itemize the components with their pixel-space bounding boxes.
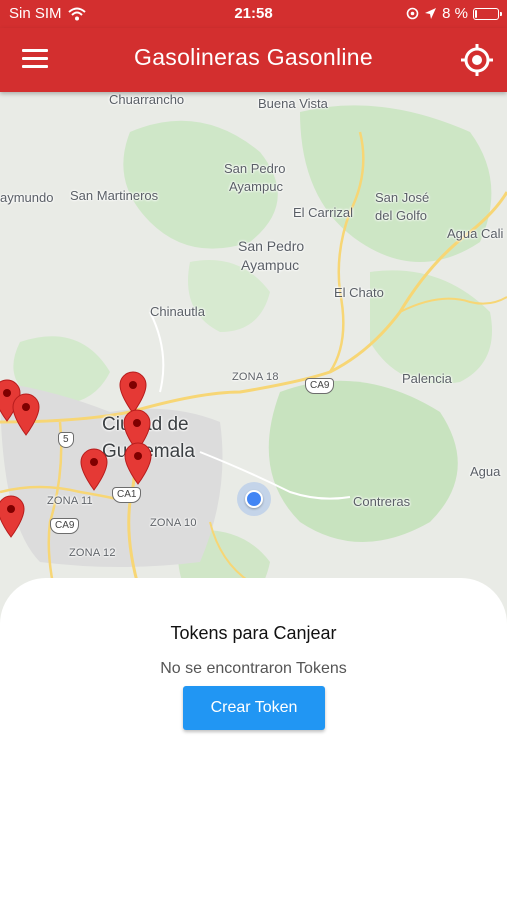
map-label-buena-vista: Buena Vista: [258, 96, 328, 111]
gas-station-pin-icon[interactable]: [79, 447, 109, 491]
gas-station-pin-icon[interactable]: [11, 392, 41, 436]
tokens-sheet: Tokens para Canjear No se encontraron To…: [0, 578, 507, 900]
my-location-dot: [245, 490, 263, 508]
road-shield-ca1: CA1: [112, 487, 142, 503]
map-label-zona-10: ZONA 10: [150, 517, 197, 529]
app-title: Gasolineras Gasonline: [134, 44, 373, 70]
road-shield-ca9: CA9: [305, 378, 335, 394]
map-label-agua: Agua: [470, 464, 501, 479]
create-token-button[interactable]: Crear Token: [183, 686, 325, 730]
map-label-san-pedro-2: San Pedro: [238, 238, 305, 254]
map-label-agua-cali: Agua Cali: [447, 226, 504, 241]
map-label-el-chato: El Chato: [334, 285, 384, 300]
status-right: 8 %: [406, 5, 502, 22]
no-tokens-message: No se encontraron Tokens: [160, 660, 347, 677]
battery-icon: [473, 7, 502, 20]
map-label-san-jose: San José: [375, 190, 430, 205]
map-label-chuarrancho: Chuarrancho: [109, 92, 185, 107]
status-bar: Sin SIM 21:58 8 %: [0, 0, 507, 28]
map-label-ayampuc-1: Ayampuc: [229, 179, 283, 194]
tokens-heading: Tokens para Canjear: [170, 623, 337, 643]
battery-fill: [475, 9, 477, 18]
road-shield-ca9-west: CA9: [50, 518, 80, 534]
app-bar: Gasolineras Gasonline: [0, 28, 507, 92]
map-label-ayampuc-2: Ayampuc: [241, 257, 300, 273]
map-label-san-pedro-1: San Pedro: [224, 161, 286, 176]
battery-percent: 8 %: [442, 5, 468, 22]
map-label-raymundo: aymundo: [0, 190, 54, 205]
map-label-del-golfo: del Golfo: [375, 208, 428, 223]
map-label-chinautla: Chinautla: [150, 304, 205, 319]
map-view[interactable]: Chuarrancho Buena Vista San Pedro Ayampu…: [0, 92, 507, 632]
road-shield-5: 5: [58, 432, 74, 448]
gas-station-pin-icon[interactable]: [0, 494, 26, 538]
map-label-contreras: Contreras: [353, 494, 411, 509]
map-label-palencia: Palencia: [402, 371, 452, 386]
map-label-el-carrizal: El Carrizal: [293, 205, 353, 220]
gps-locate-icon[interactable]: [459, 42, 495, 78]
gas-station-pin-icon[interactable]: [123, 441, 153, 485]
my-location-icon: [237, 482, 271, 516]
map-label-zona-11: ZONA 11: [47, 495, 93, 507]
rotation-lock-icon: [406, 7, 419, 20]
map-label-zona-12: ZONA 12: [69, 547, 116, 559]
map-label-san-martineros: San Martineros: [70, 188, 159, 203]
location-arrow-icon: [425, 8, 437, 19]
map-label-zona-18: ZONA 18: [232, 371, 279, 383]
